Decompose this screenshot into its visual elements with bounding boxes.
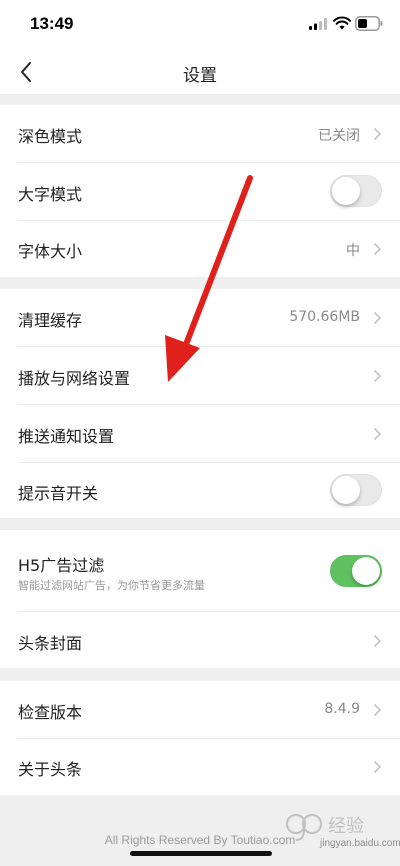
large-text-label: 大字模式 xyxy=(18,185,83,204)
chevron-right-icon xyxy=(373,427,382,441)
settings-screen: 13:49 设置 深色模式 已关闭 大字模式 字体大小 中 清理缓存 570.6… xyxy=(0,0,400,866)
about-label: 关于头条 xyxy=(18,760,83,779)
check-version-label: 检查版本 xyxy=(18,703,83,722)
dark-mode-row[interactable]: 深色模式 已关闭 xyxy=(0,105,400,162)
sound-toggle-label: 提示音开关 xyxy=(18,484,99,503)
push-notifications-row[interactable]: 推送通知设置 xyxy=(0,405,400,462)
chevron-right-icon xyxy=(373,703,382,717)
push-notifications-label: 推送通知设置 xyxy=(18,427,115,446)
playback-network-row[interactable]: 播放与网络设置 xyxy=(0,347,400,404)
clear-cache-label: 清理缓存 xyxy=(18,311,83,330)
headline-cover-row[interactable]: 头条封面 xyxy=(0,612,400,668)
chevron-right-icon xyxy=(373,369,382,383)
dark-mode-label: 深色模式 xyxy=(18,127,83,146)
settings-group-general: 清理缓存 570.66MB 播放与网络设置 推送通知设置 提示音开关 xyxy=(0,289,400,518)
large-text-row: 大字模式 xyxy=(0,163,400,220)
settings-group-about: 检查版本 8.4.9 关于头条 xyxy=(0,681,400,795)
h5-ad-filter-label: H5广告过滤 xyxy=(18,556,105,575)
settings-group-content: H5广告过滤 智能过滤网站广告，为你节省更多流量 头条封面 xyxy=(0,530,400,668)
check-version-row[interactable]: 检查版本 8.4.9 xyxy=(0,681,400,738)
battery-icon xyxy=(355,16,383,31)
status-bar: 13:49 xyxy=(0,0,400,50)
toggle-knob xyxy=(332,476,360,504)
home-indicator xyxy=(130,851,272,856)
clear-cache-row[interactable]: 清理缓存 570.66MB xyxy=(0,289,400,346)
watermark-url: jingyan.baidu.com xyxy=(320,838,400,849)
dark-mode-value: 已关闭 xyxy=(318,128,360,144)
status-time: 13:49 xyxy=(30,14,74,33)
page-title: 设置 xyxy=(183,66,217,86)
chevron-right-icon xyxy=(373,311,382,325)
version-value: 8.4.9 xyxy=(324,701,360,717)
h5-ad-filter-toggle[interactable] xyxy=(330,555,382,587)
chevron-right-icon xyxy=(373,634,382,648)
chevron-right-icon xyxy=(373,242,382,256)
h5-ad-filter-description: 智能过滤网站广告，为你节省更多流量 xyxy=(18,579,205,592)
wifi-icon xyxy=(333,16,351,30)
toggle-knob xyxy=(352,557,380,585)
h5-ad-filter-row: H5广告过滤 智能过滤网站广告，为你节省更多流量 xyxy=(0,530,400,611)
chevron-right-icon xyxy=(373,127,382,141)
sound-toggle-row: 提示音开关 xyxy=(0,463,400,518)
playback-network-label: 播放与网络设置 xyxy=(18,369,131,388)
chevron-right-icon xyxy=(373,760,382,774)
headline-cover-label: 头条封面 xyxy=(18,634,83,653)
about-row[interactable]: 关于头条 xyxy=(0,739,400,795)
navigation-bar: 设置 xyxy=(0,50,400,94)
svg-text:经验: 经验 xyxy=(328,816,364,837)
font-size-row[interactable]: 字体大小 中 xyxy=(0,221,400,277)
font-size-label: 字体大小 xyxy=(18,242,83,261)
toggle-knob xyxy=(332,177,360,205)
font-size-value: 中 xyxy=(346,243,360,259)
cache-size-value: 570.66MB xyxy=(289,309,360,325)
large-text-toggle[interactable] xyxy=(330,175,382,207)
settings-group-display: 深色模式 已关闭 大字模式 字体大小 中 xyxy=(0,105,400,277)
sound-toggle[interactable] xyxy=(330,474,382,506)
signal-icon xyxy=(309,18,327,30)
